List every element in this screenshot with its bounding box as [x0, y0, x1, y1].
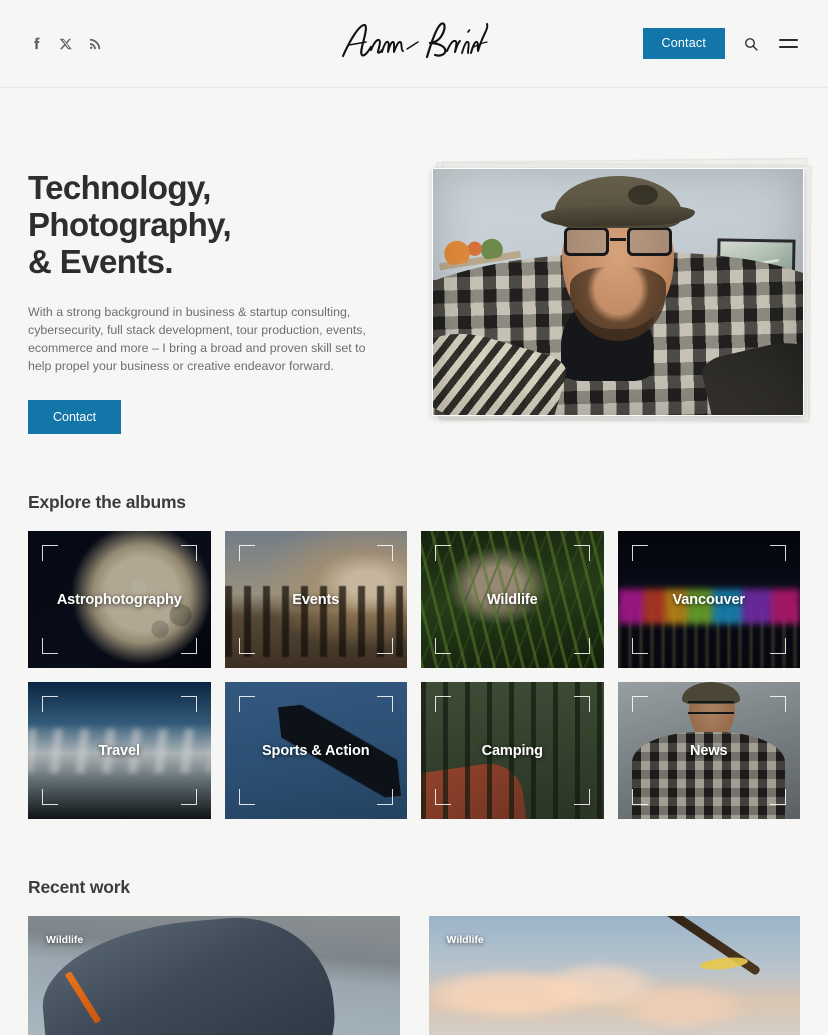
- hero-title-line-1: Technology,: [28, 169, 211, 206]
- album-card-camping[interactable]: Camping: [421, 682, 604, 820]
- page-title: Technology, Photography, & Events.: [28, 169, 400, 281]
- hero-title-line-3: & Events.: [28, 242, 174, 280]
- album-card-vancouver[interactable]: Vancouver: [617, 531, 800, 669]
- facebook-icon[interactable]: [28, 35, 45, 52]
- contact-button-hero[interactable]: Contact: [28, 399, 122, 435]
- album-grid: Astrophotography Events Wildlife Vancouv…: [28, 531, 800, 820]
- album-card-travel[interactable]: Travel: [28, 682, 211, 820]
- rss-icon[interactable]: [86, 35, 103, 52]
- hamburger-menu-icon[interactable]: [777, 37, 800, 49]
- hero-section: Technology, Photography, & Events. With …: [0, 88, 828, 435]
- hero-text-column: Technology, Photography, & Events. With …: [28, 146, 400, 435]
- selfie-illustration: [433, 169, 803, 415]
- album-card-news[interactable]: News: [617, 682, 800, 820]
- album-label: News: [690, 742, 728, 759]
- album-card-wildlife[interactable]: Wildlife: [421, 531, 604, 669]
- header-actions: Contact: [642, 28, 800, 59]
- album-label: Sports & Action: [261, 742, 370, 759]
- social-links: [28, 35, 228, 52]
- recent-work-section: Recent work Wildlife Wildlife: [0, 877, 828, 1035]
- hero-photo-stack: [432, 152, 812, 422]
- album-label: Camping: [481, 742, 543, 759]
- album-label: Astrophotography: [56, 591, 182, 608]
- recent-work-section-title: Recent work: [28, 877, 130, 898]
- recent-work-card-eagle[interactable]: Wildlife: [428, 916, 800, 1035]
- album-label: Events: [292, 591, 340, 608]
- search-icon[interactable]: [741, 34, 761, 54]
- hero-title-line-2: Photography,: [28, 205, 232, 243]
- album-label: Vancouver: [672, 591, 746, 608]
- albums-section-title: Explore the albums: [28, 492, 186, 513]
- hero-image-column: [430, 146, 812, 434]
- work-artwork: [428, 916, 800, 1035]
- recent-work-card-heron[interactable]: Wildlife: [28, 916, 400, 1035]
- contact-button-header[interactable]: Contact: [642, 28, 725, 59]
- recent-work-grid: Wildlife Wildlife: [28, 916, 800, 1035]
- site-header: Contact: [0, 0, 828, 88]
- page-root: Contact Technology, Photography, & Event…: [0, 0, 828, 1035]
- hero-portrait-photo: [432, 168, 804, 416]
- brand-logo-signature: [324, 14, 504, 70]
- album-card-events[interactable]: Events: [224, 531, 407, 669]
- x-twitter-icon[interactable]: [57, 35, 74, 52]
- albums-section: Explore the albums Astrophotography Even…: [0, 492, 828, 820]
- album-card-sports-action[interactable]: Sports & Action: [224, 682, 407, 820]
- album-card-astrophotography[interactable]: Astrophotography: [28, 531, 211, 669]
- album-label: Wildlife: [486, 591, 538, 608]
- album-label: Travel: [98, 742, 140, 759]
- work-artwork: [28, 916, 400, 1035]
- hero-description: With a strong background in business & s…: [28, 304, 366, 373]
- hamburger-lines: [779, 39, 798, 48]
- work-category-badge: Wildlife: [46, 934, 84, 947]
- work-category-badge: Wildlife: [446, 934, 484, 947]
